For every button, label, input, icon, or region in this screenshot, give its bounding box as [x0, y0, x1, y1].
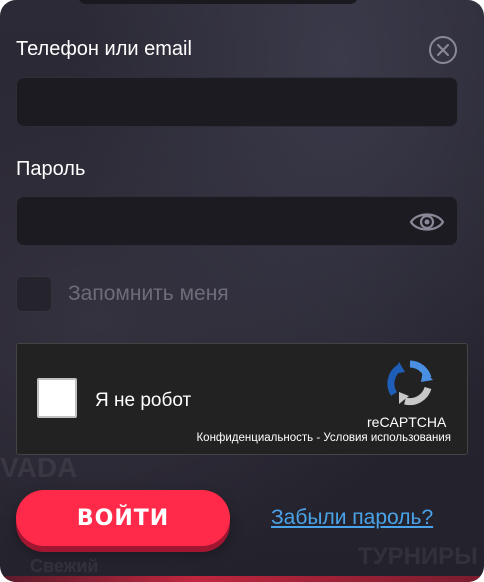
bottom-accent-bar	[0, 576, 484, 582]
recaptcha-widget: Я не робот reCAPTCHA Конфиденциальность …	[16, 343, 468, 455]
recaptcha-brand: reCAPTCHA	[367, 414, 447, 430]
background-text-right: ТУРНИРЫ	[358, 543, 478, 570]
recaptcha-logo-icon	[385, 358, 435, 408]
recaptcha-label: Я не робот	[95, 390, 192, 411]
background-text-bottom: Свежий	[30, 556, 99, 576]
recaptcha-links: Конфиденциальность - Условия использован…	[196, 432, 451, 444]
close-icon[interactable]	[428, 35, 458, 65]
recaptcha-checkbox[interactable]	[37, 378, 77, 418]
recaptcha-terms-link[interactable]: Условия использования	[323, 432, 451, 444]
password-input[interactable]	[16, 196, 458, 246]
recaptcha-links-separator: -	[313, 432, 324, 444]
background-text-left: VADA	[0, 452, 78, 483]
phone-email-input[interactable]	[16, 77, 458, 127]
login-panel: VADA ТУРНИРЫ Свежий Телефон или email Па…	[0, 0, 484, 582]
recaptcha-privacy-link[interactable]: Конфиденциальность	[196, 432, 313, 444]
phone-email-label: Телефон или email	[16, 38, 192, 60]
remember-me-label[interactable]: Запомнить меня	[68, 282, 229, 306]
remember-me-checkbox[interactable]	[16, 276, 52, 312]
panel-notch	[78, 0, 358, 4]
password-label: Пароль	[16, 158, 86, 180]
forgot-password-link[interactable]: Забыли пароль?	[271, 506, 433, 530]
eye-icon[interactable]	[408, 208, 446, 236]
login-button[interactable]: ВОЙТИ	[16, 490, 230, 546]
